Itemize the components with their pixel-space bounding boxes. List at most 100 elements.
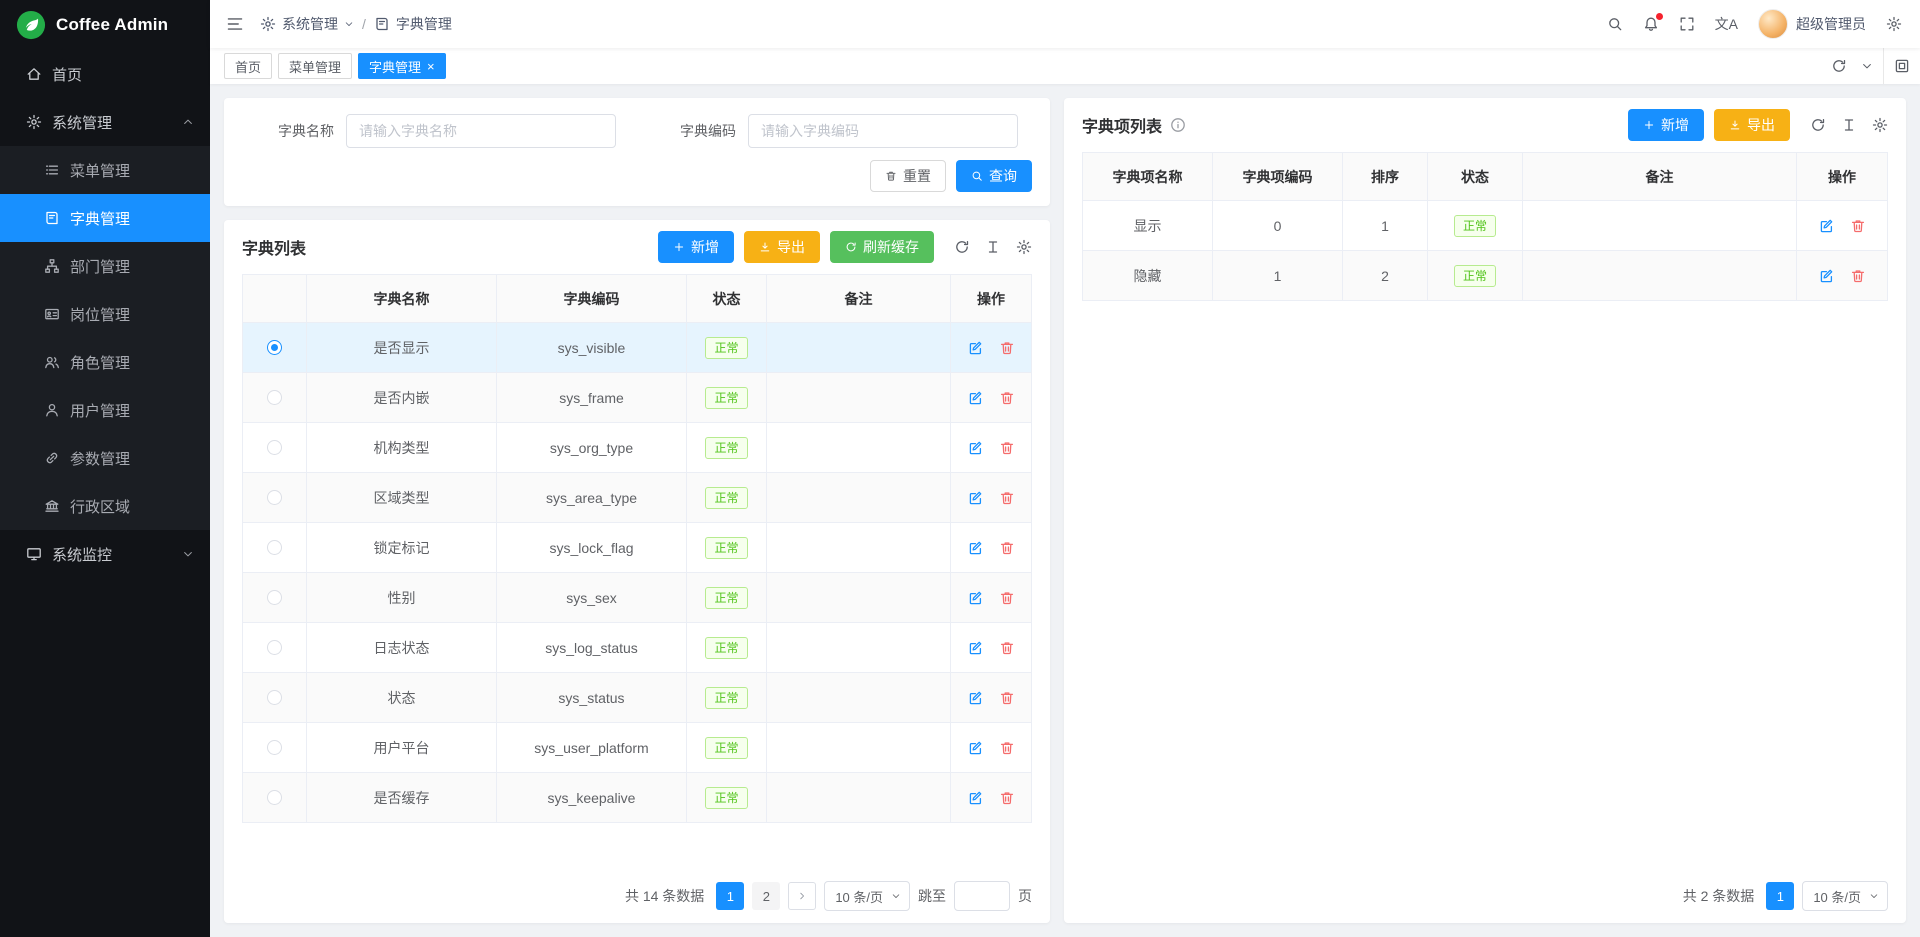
- delete-icon[interactable]: [999, 540, 1015, 556]
- page-button-2[interactable]: 2: [752, 882, 780, 910]
- add-button[interactable]: 新增: [658, 231, 734, 263]
- delete-icon[interactable]: [999, 490, 1015, 506]
- sidebar-item-dept-mgmt[interactable]: 部门管理: [0, 242, 210, 290]
- edit-icon[interactable]: [967, 640, 983, 656]
- tab-menu-mgmt[interactable]: 菜单管理: [278, 53, 352, 79]
- table-row[interactable]: 区域类型 sys_area_type 正常: [243, 473, 1031, 523]
- edit-icon[interactable]: [967, 790, 983, 806]
- status-badge: 正常: [705, 637, 747, 659]
- search-icon[interactable]: [1607, 16, 1623, 32]
- download-icon: [759, 241, 771, 253]
- sidebar-item-user-mgmt[interactable]: 用户管理: [0, 386, 210, 434]
- row-radio[interactable]: [267, 640, 282, 655]
- edit-icon[interactable]: [967, 390, 983, 406]
- page-size-value: 10 条/页: [1813, 887, 1861, 906]
- row-radio[interactable]: [267, 390, 282, 405]
- tab-home[interactable]: 首页: [224, 53, 272, 79]
- page-size-select[interactable]: 10 条/页: [1802, 881, 1888, 911]
- row-radio[interactable]: [267, 340, 282, 355]
- delete-icon[interactable]: [999, 390, 1015, 406]
- delete-icon[interactable]: [999, 740, 1015, 756]
- export-items-button[interactable]: 导出: [1714, 109, 1790, 141]
- id-card-icon: [44, 306, 60, 322]
- row-radio[interactable]: [267, 490, 282, 505]
- sidebar-group-system[interactable]: 系统管理: [0, 98, 210, 146]
- table-row[interactable]: 用户平台 sys_user_platform 正常: [243, 723, 1031, 773]
- refresh-icon[interactable]: [1810, 117, 1826, 133]
- row-radio[interactable]: [267, 690, 282, 705]
- delete-icon[interactable]: [999, 790, 1015, 806]
- sidebar-item-param-mgmt[interactable]: 参数管理: [0, 434, 210, 482]
- row-radio[interactable]: [267, 440, 282, 455]
- column-settings-icon[interactable]: [985, 239, 1001, 255]
- query-button[interactable]: 查询: [956, 160, 1032, 192]
- delete-icon[interactable]: [1850, 268, 1866, 284]
- translate-icon[interactable]: 文A: [1715, 14, 1738, 34]
- close-icon[interactable]: ×: [427, 60, 435, 73]
- edit-icon[interactable]: [967, 490, 983, 506]
- row-radio[interactable]: [267, 540, 282, 555]
- sidebar-item-role-mgmt[interactable]: 角色管理: [0, 338, 210, 386]
- add-item-button[interactable]: 新增: [1628, 109, 1704, 141]
- sidebar-item-post-mgmt[interactable]: 岗位管理: [0, 290, 210, 338]
- app-logo[interactable]: Coffee Admin: [0, 0, 210, 50]
- refresh-icon[interactable]: [1831, 58, 1847, 74]
- breadcrumb-system[interactable]: 系统管理: [260, 14, 354, 34]
- chevron-down-icon[interactable]: [1861, 60, 1873, 72]
- sidebar-group-monitor[interactable]: 系统监控: [0, 530, 210, 578]
- sidebar-item-region-mgmt[interactable]: 行政区域: [0, 482, 210, 530]
- sidebar-item-menu-mgmt[interactable]: 菜单管理: [0, 146, 210, 194]
- page-button-1[interactable]: 1: [716, 882, 744, 910]
- column-settings-icon[interactable]: [1841, 117, 1857, 133]
- jump-page-input[interactable]: [954, 881, 1010, 911]
- dict-name-input[interactable]: [346, 114, 616, 148]
- edit-icon[interactable]: [967, 440, 983, 456]
- delete-icon[interactable]: [1850, 218, 1866, 234]
- sidebar-item-home[interactable]: 首页: [0, 50, 210, 98]
- delete-icon[interactable]: [999, 690, 1015, 706]
- settings-gear-icon[interactable]: [1886, 16, 1902, 32]
- edit-icon[interactable]: [1818, 218, 1834, 234]
- row-radio[interactable]: [267, 590, 282, 605]
- tab-dict-mgmt[interactable]: 字典管理 ×: [358, 53, 446, 79]
- table-row[interactable]: 是否显示 sys_visible 正常: [243, 323, 1031, 373]
- row-radio[interactable]: [267, 790, 282, 805]
- page-button-1[interactable]: 1: [1766, 882, 1794, 910]
- page-size-select[interactable]: 10 条/页: [824, 881, 910, 911]
- table-row[interactable]: 性别 sys_sex 正常: [243, 573, 1031, 623]
- export-button[interactable]: 导出: [744, 231, 820, 263]
- table-row[interactable]: 机构类型 sys_org_type 正常: [243, 423, 1031, 473]
- table-row[interactable]: 隐藏 1 2 正常: [1083, 251, 1887, 301]
- delete-icon[interactable]: [999, 440, 1015, 456]
- gear-icon[interactable]: [1016, 239, 1032, 255]
- notifications-bell-icon[interactable]: [1643, 16, 1659, 32]
- table-row[interactable]: 是否内嵌 sys_frame 正常: [243, 373, 1031, 423]
- fullscreen-icon[interactable]: [1679, 16, 1695, 32]
- table-row[interactable]: 显示 0 1 正常: [1083, 201, 1887, 251]
- delete-icon[interactable]: [999, 640, 1015, 656]
- gear-icon[interactable]: [1872, 117, 1888, 133]
- edit-icon[interactable]: [1818, 268, 1834, 284]
- edit-icon[interactable]: [967, 740, 983, 756]
- table-row[interactable]: 是否缓存 sys_keepalive 正常: [243, 773, 1031, 823]
- refresh-cache-button[interactable]: 刷新缓存: [830, 231, 934, 263]
- row-radio[interactable]: [267, 740, 282, 755]
- edit-icon[interactable]: [967, 340, 983, 356]
- next-page-button[interactable]: [788, 882, 816, 910]
- delete-icon[interactable]: [999, 340, 1015, 356]
- refresh-icon[interactable]: [954, 239, 970, 255]
- layout-frame-icon[interactable]: [1883, 48, 1920, 84]
- table-row[interactable]: 日志状态 sys_log_status 正常: [243, 623, 1031, 673]
- delete-icon[interactable]: [999, 590, 1015, 606]
- collapse-menu-icon[interactable]: [226, 15, 244, 33]
- table-row[interactable]: 状态 sys_status 正常: [243, 673, 1031, 723]
- breadcrumb-dict[interactable]: 字典管理: [374, 14, 452, 34]
- sidebar-item-dict-mgmt[interactable]: 字典管理: [0, 194, 210, 242]
- dict-code-input[interactable]: [748, 114, 1018, 148]
- reset-button[interactable]: 重置: [870, 160, 946, 192]
- edit-icon[interactable]: [967, 690, 983, 706]
- user-menu[interactable]: 超级管理员: [1758, 9, 1866, 39]
- edit-icon[interactable]: [967, 590, 983, 606]
- edit-icon[interactable]: [967, 540, 983, 556]
- table-row[interactable]: 锁定标记 sys_lock_flag 正常: [243, 523, 1031, 573]
